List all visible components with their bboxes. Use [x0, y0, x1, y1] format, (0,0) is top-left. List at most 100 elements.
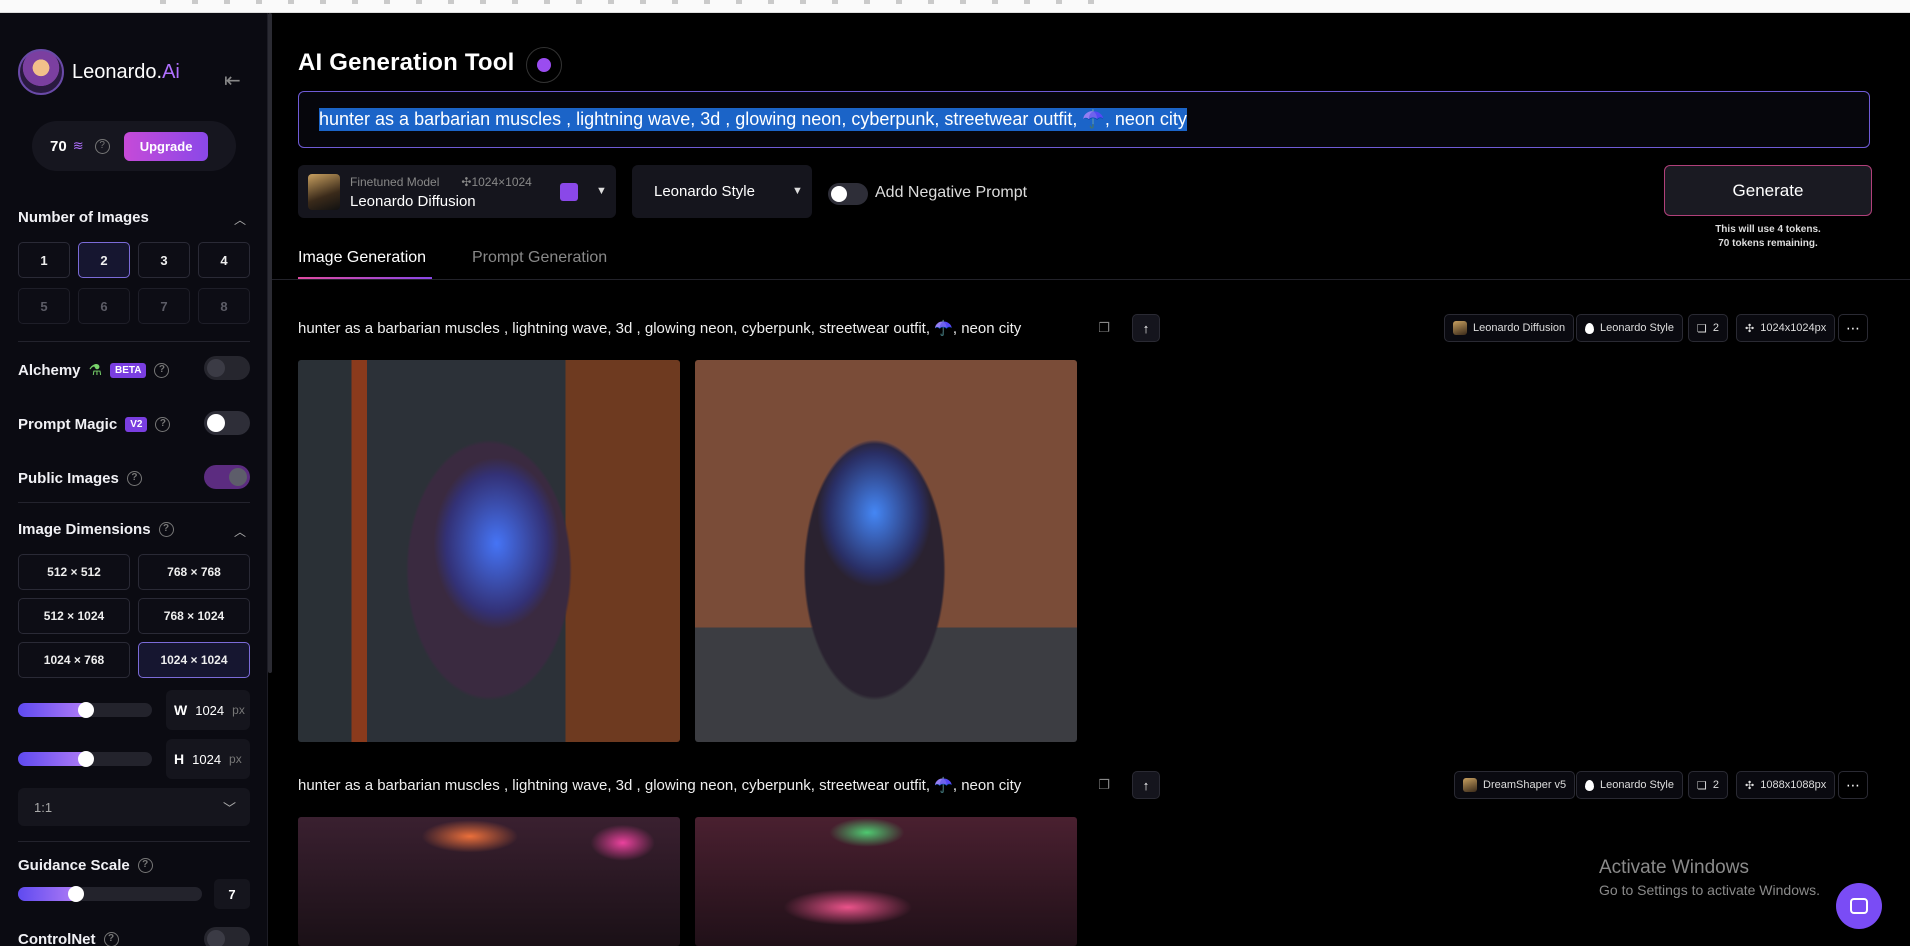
dimension-option[interactable]: 768 × 768: [138, 554, 250, 590]
dimension-option[interactable]: 1024 × 768: [18, 642, 130, 678]
num-images-option[interactable]: 1: [18, 242, 70, 278]
v2-badge: V2: [125, 417, 148, 432]
aspect-ratio-value: 1:1: [34, 799, 53, 815]
num-images-option[interactable]: 4: [198, 242, 250, 278]
brand-logo[interactable]: Leonardo.Ai: [18, 49, 180, 95]
dimension-option[interactable]: 512 × 512: [18, 554, 130, 590]
prompt-text: hunter as a barbarian muscles , lightnin…: [319, 108, 1187, 131]
generation-size-pill: ✣ 1024x1024px: [1736, 314, 1836, 342]
prompt-magic-help-icon[interactable]: ?: [155, 417, 171, 432]
height-slider-handle[interactable]: [78, 751, 94, 767]
generation-model-pill: Leonardo Diffusion: [1444, 314, 1575, 342]
main-panel: AI Generation Tool hunter as a barbarian…: [272, 13, 1910, 946]
guidance-scale-row: Guidance Scale ?: [18, 857, 153, 874]
upgrade-button[interactable]: Upgrade: [123, 131, 209, 161]
reuse-prompt-icon[interactable]: ↑: [1132, 771, 1160, 799]
generated-image[interactable]: [298, 360, 680, 742]
reuse-prompt-icon[interactable]: ↑: [1132, 314, 1160, 342]
caret-down-icon[interactable]: ▼: [596, 185, 607, 197]
model-resolution: ✣1024×1024: [461, 175, 532, 189]
aspect-ratio-select[interactable]: 1:1 ﹀: [18, 788, 250, 826]
tab-prompt-generation[interactable]: Prompt Generation: [472, 249, 607, 267]
image-dimensions-help-icon[interactable]: ?: [158, 522, 174, 537]
controlnet-toggle[interactable]: [204, 927, 250, 946]
generation-prompt: hunter as a barbarian muscles , lightnin…: [298, 320, 1022, 337]
dimensions-icon: ✣: [1745, 322, 1755, 335]
public-images-toggle[interactable]: [204, 465, 250, 489]
chevron-up-icon[interactable]: ︿: [234, 211, 246, 228]
dimension-option-selected[interactable]: 1024 × 1024: [138, 642, 250, 678]
collapse-sidebar-icon[interactable]: ⇤: [224, 71, 248, 91]
more-options-icon[interactable]: ⋯: [1838, 314, 1868, 342]
sidebar: Leonardo.Ai ⇤ 70 ≋ ? Upgrade Number of I…: [0, 13, 268, 946]
num-images-option-selected[interactable]: 2: [78, 242, 130, 278]
model-name: Leonardo Diffusion: [350, 193, 476, 210]
public-images-label: Public Images: [18, 470, 119, 487]
num-images-option[interactable]: 3: [138, 242, 190, 278]
prompt-magic-toggle[interactable]: [204, 411, 250, 435]
num-images-option-disabled: 7: [138, 288, 190, 324]
divider: [18, 502, 250, 503]
activate-windows-watermark: Activate Windows Go to Settings to activ…: [1599, 857, 1820, 898]
model-settings-icon[interactable]: [560, 183, 578, 201]
prompt-magic-row: Prompt Magic V2 ?: [18, 416, 171, 433]
generated-image[interactable]: [695, 360, 1077, 742]
style-drop-icon: [1585, 779, 1594, 791]
dimensions-icon: ✣: [1745, 779, 1755, 792]
height-value[interactable]: 1024: [192, 752, 221, 767]
prompt-input[interactable]: hunter as a barbarian muscles , lightnin…: [298, 91, 1870, 148]
model-select[interactable]: Finetuned Model ✣1024×1024 Leonardo Diffu…: [298, 165, 616, 218]
help-bubble-icon[interactable]: [526, 47, 562, 83]
height-field[interactable]: H 1024 px: [166, 739, 250, 779]
token-balance: 70 ≋ ? Upgrade: [32, 121, 236, 171]
width-slider[interactable]: [18, 702, 152, 718]
flask-icon: ⚗: [88, 362, 102, 379]
style-select[interactable]: Leonardo Style ▼: [632, 165, 812, 218]
guidance-scale-slider[interactable]: [18, 886, 202, 902]
public-images-help-icon[interactable]: ?: [126, 471, 142, 486]
divider: [18, 341, 250, 342]
dimension-option[interactable]: 768 × 1024: [138, 598, 250, 634]
number-of-images-title: Number of Images: [18, 209, 149, 226]
divider: [272, 279, 1910, 280]
negative-prompt-label[interactable]: Add Negative Prompt: [875, 184, 1027, 202]
beta-badge: BETA: [109, 362, 147, 378]
height-slider[interactable]: [18, 751, 152, 767]
chevron-up-icon[interactable]: ︿: [234, 523, 246, 540]
controlnet-row: ControlNet ?: [18, 931, 119, 946]
guidance-scale-value[interactable]: 7: [214, 879, 250, 909]
guidance-help-icon[interactable]: ?: [137, 858, 153, 873]
generated-image[interactable]: [695, 817, 1077, 946]
chat-support-icon[interactable]: [1836, 883, 1882, 929]
negative-prompt-toggle[interactable]: [828, 183, 868, 205]
generation-model-pill: DreamShaper v5: [1454, 771, 1576, 799]
alchemy-help-icon[interactable]: ?: [154, 362, 170, 378]
num-images-option-disabled: 5: [18, 288, 70, 324]
brand-name: Leonardo.Ai: [72, 60, 180, 83]
more-options-icon[interactable]: ⋯: [1838, 771, 1868, 799]
alchemy-toggle[interactable]: [204, 356, 250, 380]
width-field[interactable]: W 1024 px: [166, 690, 250, 730]
copy-icon[interactable]: ❐: [1090, 314, 1118, 342]
generate-button[interactable]: Generate: [1664, 165, 1872, 216]
width-value[interactable]: 1024: [195, 703, 224, 718]
guidance-slider-handle[interactable]: [68, 886, 84, 902]
tab-image-generation[interactable]: Image Generation: [298, 249, 426, 267]
alchemy-row: Alchemy ⚗ BETA ?: [18, 361, 170, 379]
brand-avatar: [18, 49, 64, 95]
token-usage-note: This will use 4 tokens. 70 tokens remain…: [1715, 224, 1821, 249]
generated-image[interactable]: [298, 817, 680, 946]
token-help-icon[interactable]: ?: [94, 138, 110, 154]
generation-style-pill: Leonardo Style: [1576, 771, 1683, 799]
width-slider-handle[interactable]: [78, 702, 94, 718]
guidance-scale-label: Guidance Scale: [18, 857, 130, 874]
generation-prompt: hunter as a barbarian muscles , lightnin…: [298, 777, 1022, 794]
generation-count-pill: ❏ 2: [1688, 314, 1728, 342]
num-images-option-disabled: 6: [78, 288, 130, 324]
model-mini-thumb: [1453, 321, 1467, 335]
page-title: AI Generation Tool: [298, 49, 515, 76]
copy-icon[interactable]: ❐: [1090, 771, 1118, 799]
num-images-option-disabled: 8: [198, 288, 250, 324]
controlnet-help-icon[interactable]: ?: [103, 932, 119, 946]
dimension-option[interactable]: 512 × 1024: [18, 598, 130, 634]
